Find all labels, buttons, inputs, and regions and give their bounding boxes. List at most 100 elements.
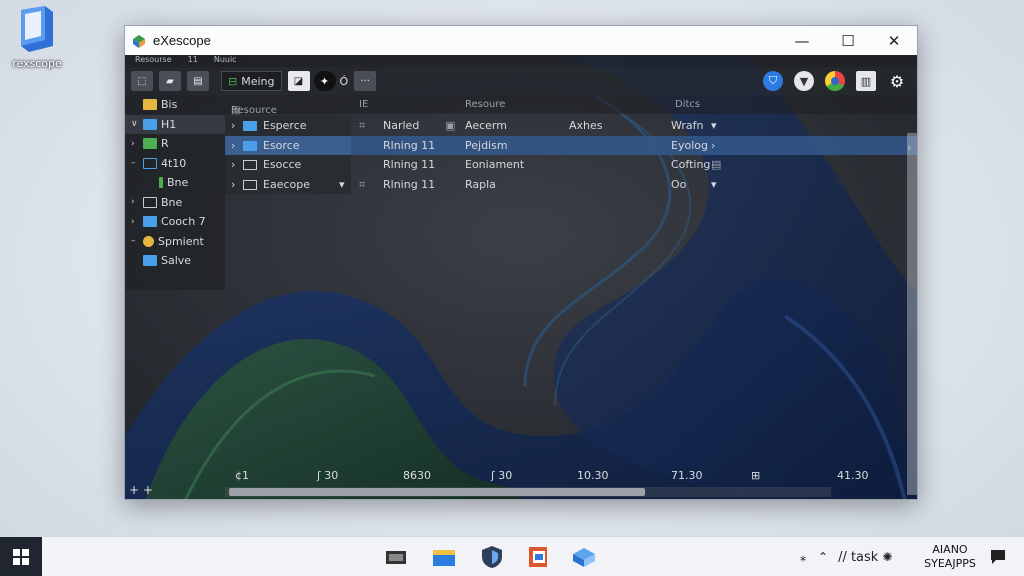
app-logo-icon (573, 548, 595, 567)
folder-icon (243, 160, 257, 170)
browser-icon (831, 77, 839, 85)
tree-item[interactable]: Salve (125, 251, 225, 271)
more-button[interactable]: ··· (354, 71, 377, 91)
panel-button[interactable]: ▥ (856, 71, 876, 91)
column-header[interactable]: Ditcs (675, 99, 700, 110)
row-cell: Rapla (465, 177, 496, 191)
menu-item[interactable]: Nuuic (214, 55, 237, 67)
minimize-button[interactable]: — (779, 26, 825, 55)
expand-arrow-icon[interactable]: › (231, 158, 235, 171)
tree-item[interactable]: › Cooch 7 (125, 212, 225, 232)
tree-twisty[interactable]: – (131, 158, 143, 168)
panel-icon: ▥ (860, 74, 872, 88)
scrollbar-thumb[interactable] (229, 488, 645, 496)
title-bar[interactable]: eXescope — ☐ ✕ (125, 26, 917, 55)
menu-item[interactable]: 11 (188, 55, 198, 67)
office-app-button[interactable] (524, 543, 552, 571)
open-folder-button[interactable]: ▰ (159, 71, 181, 91)
export-button[interactable]: ⬚ (131, 71, 153, 91)
row-menu-icon[interactable]: ▤ (711, 158, 721, 171)
weather-icon[interactable]: ✺ (882, 550, 892, 564)
browser-button[interactable] (825, 71, 845, 91)
task-view-button[interactable] (382, 543, 410, 571)
tree-twisty[interactable]: ∨ (131, 119, 143, 129)
folder-icon (143, 196, 157, 208)
gear-icon: ⚙ (889, 71, 905, 91)
folder-icon (243, 140, 257, 151)
resource-type-icon: ⌗ (359, 177, 366, 191)
exescope-taskbar-button[interactable] (570, 543, 598, 571)
settings-button[interactable]: ⚙ (887, 71, 907, 91)
column-header[interactable]: IE (359, 99, 368, 110)
status-value: ¢1 (235, 469, 249, 482)
resource-type-icon: ▣ (445, 119, 456, 132)
window-title: eXescope (153, 33, 211, 48)
expand-arrow-icon[interactable]: › (231, 139, 235, 152)
tray-text: // task (838, 549, 879, 565)
row-cell: Axhes (569, 119, 603, 132)
notifications-button[interactable] (984, 543, 1012, 571)
expand-arrow-icon[interactable]: › (231, 119, 235, 132)
people-icon[interactable]: ⁎ (800, 550, 806, 564)
save-button[interactable]: ▤ (187, 71, 209, 91)
vertical-scrollbar[interactable] (907, 133, 917, 495)
status-value: 41.30 (837, 469, 869, 482)
office-icon (529, 547, 547, 567)
tree-item-label: Bne (161, 195, 183, 209)
tree-twisty[interactable]: – (131, 236, 143, 246)
add-buttons[interactable]: + + (129, 483, 153, 497)
tree-twisty[interactable]: › (131, 217, 143, 227)
security-button[interactable] (478, 543, 506, 571)
tree-twisty[interactable]: › (131, 197, 143, 207)
tree-item[interactable]: – Spmient (125, 232, 225, 252)
chat-button[interactable]: ▼ (794, 71, 814, 91)
tree-item-label: Bis (161, 98, 178, 112)
status-value: ʃ 30 (317, 469, 339, 482)
folder-icon: ▰ (166, 75, 174, 87)
maximize-button[interactable]: ☐ (825, 26, 871, 55)
pin-button[interactable]: ✦ (313, 71, 336, 91)
task-view-icon (386, 551, 406, 564)
row-arrow-icon[interactable]: › (711, 139, 715, 152)
close-button[interactable]: ✕ (871, 26, 917, 55)
start-button[interactable] (0, 537, 42, 576)
tree-item[interactable]: ∨ H1 (125, 114, 225, 134)
tree-twisty[interactable]: › (131, 139, 143, 149)
app-logo-icon (133, 34, 145, 48)
row-arrow-icon[interactable]: ▾ (711, 178, 717, 191)
column-header[interactable]: Resoure (465, 99, 505, 110)
tree-item[interactable]: Bne (125, 173, 225, 193)
save-file-icon (143, 255, 157, 267)
row-cell: Rlning 11 (383, 177, 436, 191)
file-explorer-button[interactable] (430, 543, 458, 571)
status-bar: ¢1 ʃ 30 8630 ʃ 30 10.30 71.30 ⊞ 41.30 (125, 464, 917, 486)
chevron-up-icon[interactable]: ⌃ (818, 550, 828, 564)
dropdown-arrow-icon[interactable]: ▾ (339, 178, 345, 191)
column-header-row: ▤ Resource IE Resoure Ditcs (225, 95, 917, 116)
system-clock[interactable]: AIANO SYEAJPPS (922, 543, 978, 571)
row-name: Eaecope (263, 177, 310, 191)
menu-item[interactable]: Resourse (135, 55, 172, 67)
tree-item[interactable]: › R (125, 134, 225, 154)
desktop-icon-rexscope[interactable]: rexscope (8, 6, 66, 70)
row-arrow-icon[interactable]: ▾ (711, 119, 717, 132)
pin-icon: ✦ (319, 74, 330, 88)
tree-item-label: Spmient (158, 234, 204, 248)
view-selector[interactable]: ⊟ Meing (221, 71, 282, 91)
horizontal-scrollbar[interactable] (225, 487, 831, 497)
table-row[interactable]: › Esorce Rlning 11 Pejdism Eyolog › (225, 135, 917, 155)
shield-button[interactable]: ⛉ (763, 71, 783, 91)
table-row[interactable]: › Esocce Rlning 11 Eoniament Cofting ▤ (225, 155, 917, 175)
table-row[interactable]: › Esperce ⌗ Narled ▣ Aecerm Axhes Wrafn … (225, 116, 917, 136)
resource-tree: Bis ∨ H1 › R –4t10 Bne › Bne › Cooch 7 – Spmi… (125, 95, 225, 290)
column-header-label: Resource (231, 104, 277, 116)
table-row[interactable]: › Eaecope ▾ ⌗ Rlning 11 Rapla Oo ▾ (225, 174, 917, 194)
tree-item[interactable]: › Bne (125, 193, 225, 213)
expand-arrow-icon[interactable]: › (231, 178, 235, 191)
tree-item-label: Cooch 7 (161, 215, 206, 229)
row-name: Esocce (263, 158, 302, 171)
tree-item[interactable]: Bis (125, 95, 225, 115)
tree-item[interactable]: – 4t10 (125, 154, 225, 174)
image-button[interactable]: ◪ (287, 71, 310, 91)
star-icon (143, 235, 154, 247)
